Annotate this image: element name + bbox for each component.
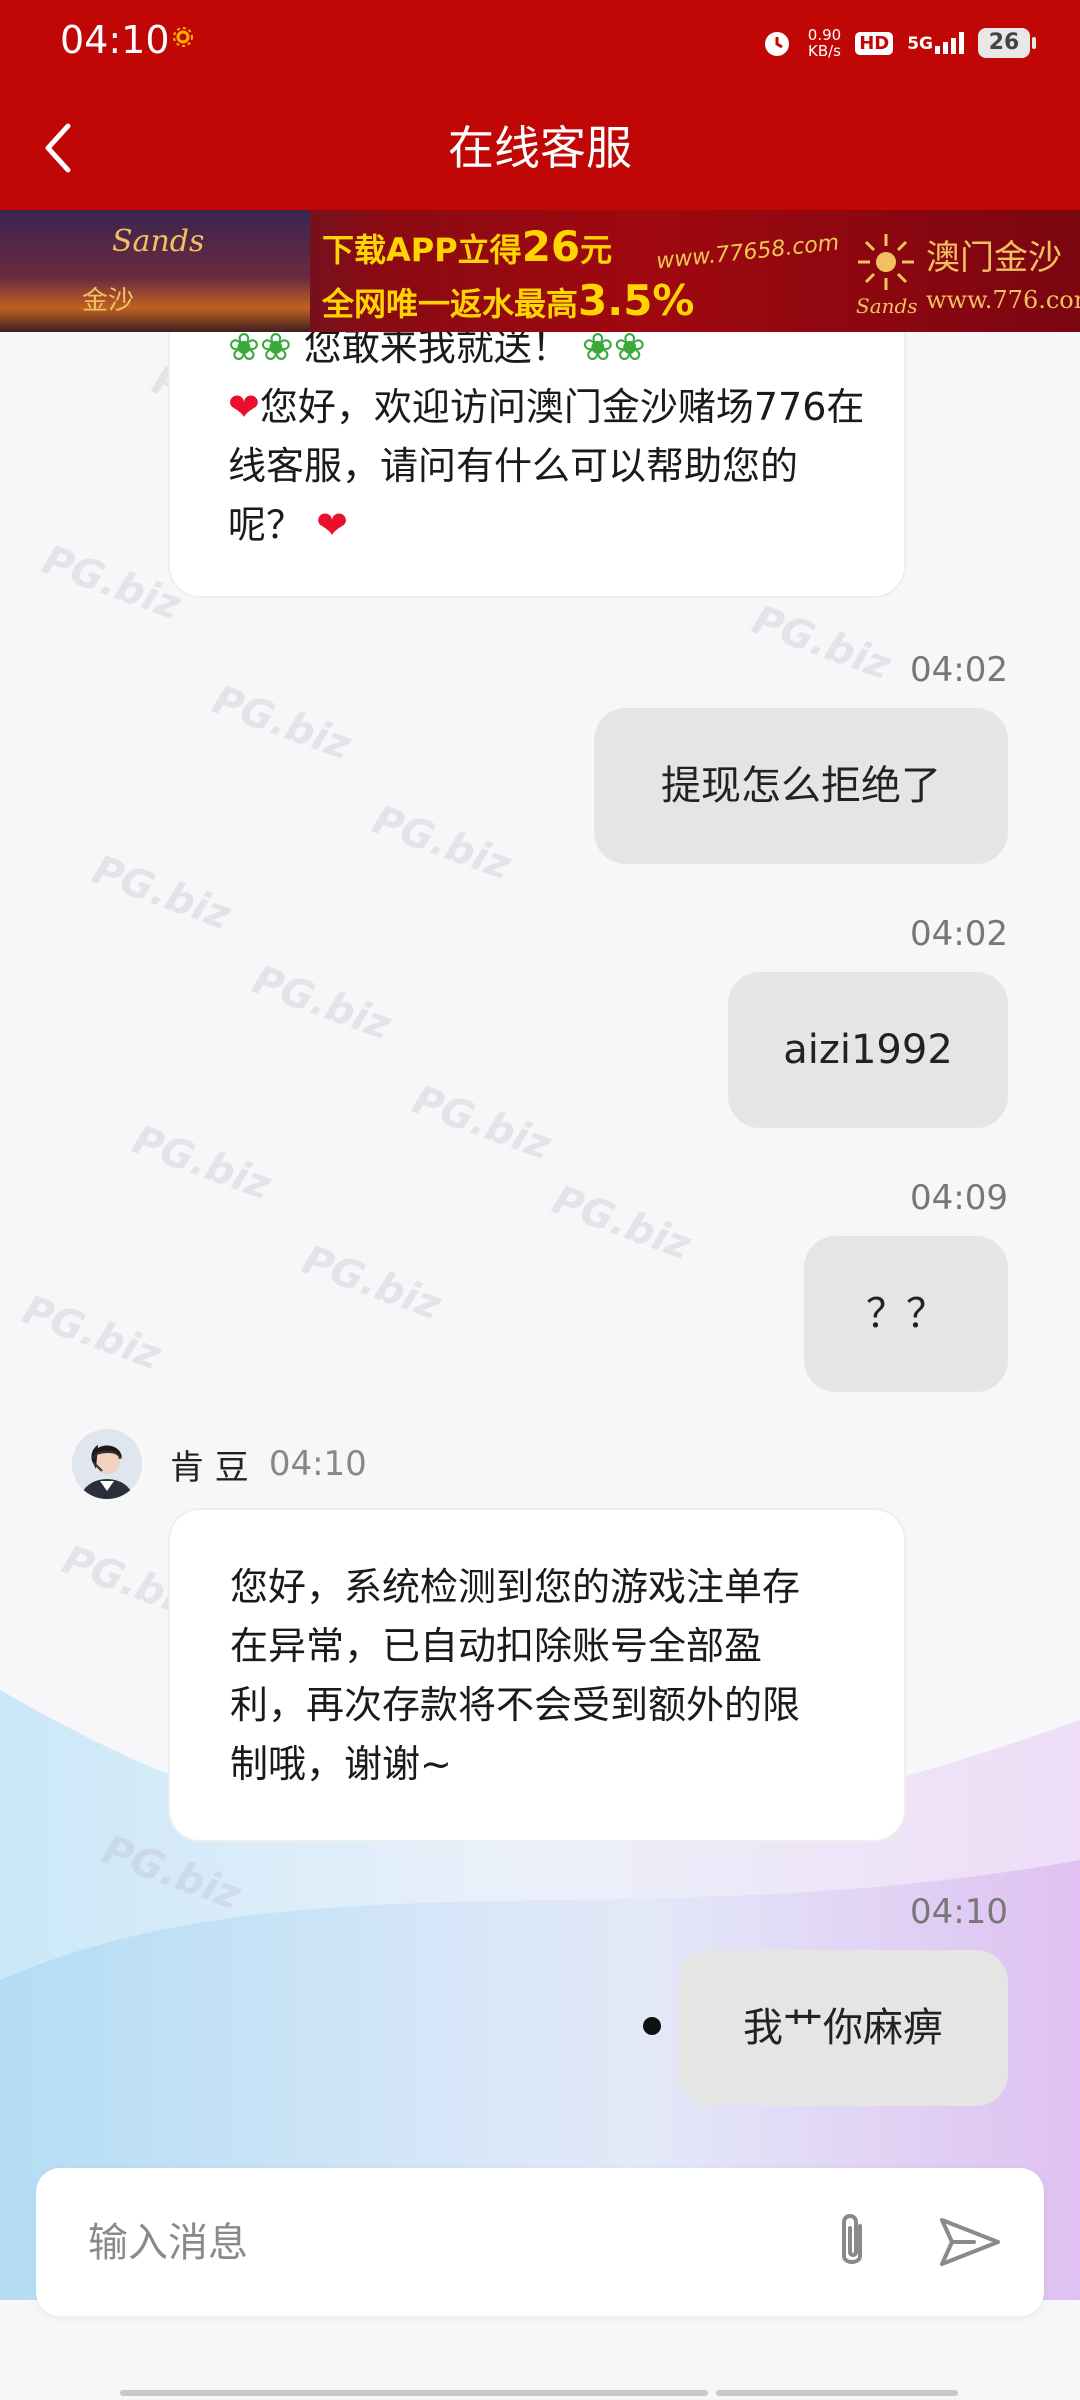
flower-icon (173, 27, 193, 47)
net-speed: 0.90 KB/s (807, 26, 842, 60)
watermark: PG.biz (16, 1286, 167, 1380)
message-time: 04:09 (910, 1178, 1008, 1218)
message-time: 04:02 (910, 650, 1008, 690)
heart-icon: ❤ (316, 503, 348, 547)
network-type: 5G (907, 34, 933, 54)
watermark: PG.biz (36, 536, 187, 630)
banner-brand-small: Sands (856, 294, 918, 318)
outgoing-message: 提现怎么拒绝了 (594, 708, 1008, 864)
message-time: 04:02 (910, 914, 1008, 954)
message-time: 04:10 (910, 1892, 1008, 1932)
app-header: 04:10 0.90 KB/s HD 5G 26 在线客服 (0, 0, 1080, 210)
banner-line2: 全网唯一返水最高3.5% (322, 276, 695, 325)
sands-sun-logo-icon (858, 234, 914, 290)
watermark: PG.biz (86, 846, 237, 940)
signal-icon (935, 32, 964, 54)
agent-avatar-icon (72, 1429, 142, 1499)
agent-header: 肯 豆 04:10 (72, 1428, 367, 1500)
watermark: PG.biz (746, 596, 897, 690)
outgoing-message: aizi1992 (728, 972, 1008, 1128)
agent-name: 肯 豆 (170, 1447, 249, 1488)
status-icons: 0.90 KB/s HD 5G 26 (760, 18, 1036, 68)
avatar[interactable] (72, 1429, 142, 1499)
agent-message-bubble: 您好，系统检测到您的游戏注单存在异常，已自动扣除账号全部盈利，再次存款将不会受到… (168, 1508, 906, 1842)
message-input[interactable] (86, 2210, 790, 2276)
watermark: PG.biz (206, 676, 357, 770)
message-time: 04:10 (268, 1444, 367, 1484)
status-dot (643, 2017, 661, 2035)
heart-icon: ❤ (228, 385, 260, 429)
banner-url2: www.776.com (926, 286, 1080, 314)
nav-indicator (716, 2390, 958, 2396)
battery-icon: 26 (978, 28, 1036, 58)
paperclip-icon[interactable] (816, 2206, 888, 2278)
send-icon[interactable] (934, 2206, 1006, 2278)
hd-badge: HD (855, 31, 894, 55)
outgoing-message: 我艹你麻痹 (678, 1950, 1008, 2106)
outgoing-message: ？？ (804, 1236, 1008, 1392)
banner-brand: Sands (112, 224, 205, 259)
page-title: 在线客服 (448, 121, 632, 175)
watermark: PG.biz (366, 796, 517, 890)
battery-level: 26 (988, 30, 1020, 55)
banner-line1: 下载APP立得26元 (322, 222, 613, 271)
agent-message-text: 您好，系统检测到您的游戏注单存在异常，已自动扣除账号全部盈利，再次存款将不会受到… (230, 1565, 801, 1786)
message-input-bar (36, 2168, 1044, 2316)
nav-indicator (372, 2390, 708, 2396)
watermark: PG.biz (126, 1116, 277, 1210)
status-time: 04:10 (60, 18, 170, 62)
watermark: PG.biz (546, 1176, 697, 1270)
watermark: PG.biz (296, 1236, 447, 1330)
watermark: PG.biz (246, 956, 397, 1050)
watermark: PG.biz (406, 1076, 557, 1170)
banner-brand-cn: 金沙 (82, 286, 135, 316)
promo-banner[interactable]: Sands 金沙 下载APP立得26元 全网唯一返水最高3.5% www.776… (0, 210, 1080, 332)
alarm-icon (764, 32, 789, 56)
banner-url: www.77658.com (655, 230, 841, 275)
banner-macau: 澳门金沙 (926, 238, 1062, 278)
